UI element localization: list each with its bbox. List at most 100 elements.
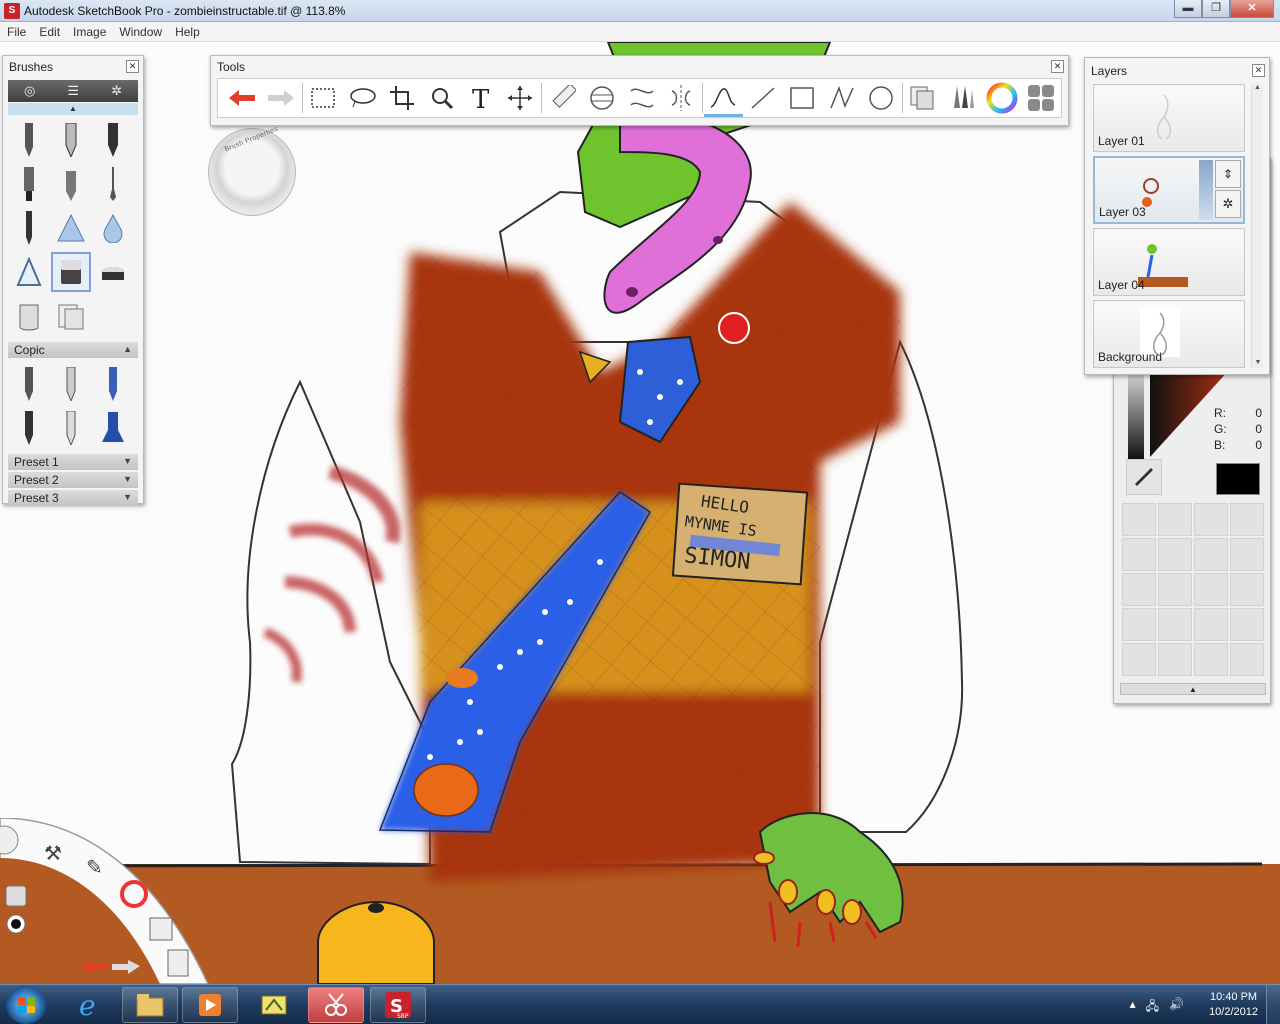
layers-close-icon[interactable]: ✕ — [1252, 64, 1265, 77]
brush-scroll-up-icon[interactable]: ▲ — [8, 103, 138, 115]
paint-bucket-icon[interactable] — [9, 296, 49, 336]
app-icon[interactable]: S — [4, 3, 20, 19]
swatch[interactable] — [1158, 608, 1192, 641]
swatch[interactable] — [1194, 573, 1228, 606]
move-icon[interactable] — [501, 79, 540, 117]
menu-image[interactable]: Image — [66, 22, 112, 41]
sketchbook-taskbar-icon[interactable]: S SBP — [370, 987, 426, 1023]
copic-light-marker-icon[interactable] — [51, 408, 91, 448]
marker-brush-icon[interactable] — [93, 120, 133, 160]
layers-panel-header[interactable]: Layers ✕ — [1085, 58, 1269, 78]
text-icon[interactable]: T — [461, 79, 500, 117]
preset-2-header[interactable]: Preset 2 ▼ — [8, 472, 138, 488]
ink-pen-icon[interactable] — [51, 164, 91, 204]
brush-library-tab[interactable]: ◎ — [24, 83, 35, 99]
fill-icon[interactable] — [51, 296, 91, 336]
swatch[interactable] — [1158, 538, 1192, 571]
rectangle-shape-icon[interactable] — [782, 79, 821, 117]
chevron-down-icon[interactable]: ▼ — [123, 474, 132, 484]
network-icon[interactable]: 🖧 — [1146, 997, 1159, 1018]
layers-scrollbar[interactable]: ▲ ▼ — [1251, 84, 1263, 368]
swatch-scroll-up-icon[interactable]: ▲ — [1120, 683, 1266, 695]
copic-marker-icon[interactable] — [9, 364, 49, 404]
layer-move-icon[interactable]: ⇕ — [1215, 160, 1241, 188]
media-player-icon[interactable] — [182, 987, 238, 1023]
ruler-icon[interactable] — [543, 79, 582, 117]
undo-icon[interactable] — [222, 79, 261, 117]
layer-opacity-slider[interactable] — [1199, 160, 1213, 220]
brushes-panel-header[interactable]: Brushes ✕ — [3, 56, 143, 76]
volume-icon[interactable]: 🔊 — [1169, 997, 1184, 1018]
color-wheel-icon[interactable] — [982, 79, 1021, 117]
copic-gray-marker-icon[interactable] — [51, 364, 91, 404]
layers-toggle-icon[interactable] — [904, 79, 943, 117]
eraser-brush-icon[interactable] — [51, 252, 91, 292]
chevron-down-icon[interactable]: ▼ — [123, 492, 132, 502]
layer-item-01[interactable]: Layer 01 — [1093, 84, 1245, 152]
swatch[interactable] — [1194, 608, 1228, 641]
copic-dark-marker-icon[interactable] — [9, 408, 49, 448]
hard-eraser-icon[interactable] — [93, 252, 133, 292]
tools-panel-header[interactable]: Tools ✕ — [211, 56, 1068, 76]
snipping-tool-icon[interactable] — [308, 987, 364, 1023]
preset-1-header[interactable]: Preset 1 ▼ — [8, 454, 138, 470]
minimize-button[interactable]: ▬ — [1174, 0, 1202, 18]
swatch[interactable] — [1230, 503, 1264, 536]
menu-edit[interactable]: Edit — [32, 22, 66, 41]
fine-brush-icon[interactable] — [9, 208, 49, 248]
menu-window[interactable]: Window — [112, 22, 168, 41]
swatch[interactable] — [1230, 643, 1264, 676]
straight-line-icon[interactable] — [743, 79, 782, 117]
brush-customize-tab[interactable]: ✲ — [111, 83, 122, 99]
swatch[interactable] — [1122, 643, 1156, 676]
crop-icon[interactable] — [383, 79, 422, 117]
brushes-close-icon[interactable]: ✕ — [126, 60, 139, 73]
explorer-taskbar-icon[interactable] — [122, 987, 178, 1023]
collapse-up-icon[interactable]: ▲ — [123, 344, 132, 354]
paint-app-icon[interactable] — [246, 987, 302, 1023]
swatch[interactable] — [1122, 608, 1156, 641]
green-value-field[interactable]: 0 — [1236, 422, 1262, 436]
symmetry-icon[interactable] — [661, 79, 700, 117]
swatch[interactable] — [1158, 503, 1192, 536]
french-curve-icon[interactable] — [622, 79, 661, 117]
pencil-brush-icon[interactable] — [9, 120, 49, 160]
maximize-button[interactable]: ❐ — [1202, 0, 1230, 18]
preset-3-header[interactable]: Preset 3 ▼ — [8, 490, 138, 506]
start-button[interactable] — [6, 986, 46, 1024]
lasso-icon[interactable] — [343, 79, 382, 117]
swatch[interactable] — [1158, 643, 1192, 676]
swatch[interactable] — [1230, 538, 1264, 571]
freehand-line-icon[interactable] — [703, 79, 744, 117]
system-clock[interactable]: 10:40 PM 10/2/2012 — [1209, 990, 1258, 1020]
copic-blue-marker-icon[interactable] — [93, 364, 133, 404]
current-color-swatch[interactable] — [1216, 463, 1260, 495]
scroll-up-icon[interactable]: ▲ — [1252, 84, 1263, 91]
swatch[interactable] — [1230, 573, 1264, 606]
swatch[interactable] — [1230, 608, 1264, 641]
ellipse-guide-icon[interactable] — [582, 79, 621, 117]
rect-select-icon[interactable] — [304, 79, 343, 117]
paint-brush-icon[interactable] — [93, 164, 133, 204]
swatch[interactable] — [1194, 643, 1228, 676]
menu-file[interactable]: File — [0, 22, 32, 41]
show-desktop-button[interactable] — [1266, 985, 1280, 1024]
tools-close-icon[interactable]: ✕ — [1051, 60, 1064, 73]
redo-icon[interactable] — [261, 79, 300, 117]
layer-item-03[interactable]: Layer 03 ⇕ ✲ — [1093, 156, 1245, 224]
chevron-down-icon[interactable]: ▼ — [123, 456, 132, 466]
brushes-toggle-icon[interactable] — [943, 79, 982, 117]
blur-brush-icon[interactable] — [9, 252, 49, 292]
water-drop-icon[interactable] — [93, 208, 133, 248]
layer-settings-icon[interactable]: ✲ — [1215, 190, 1241, 218]
layer-item-04[interactable]: Layer 04 — [1093, 228, 1245, 296]
copic-wide-marker-icon[interactable] — [93, 408, 133, 448]
technical-pen-icon[interactable] — [51, 120, 91, 160]
scroll-down-icon[interactable]: ▼ — [1252, 359, 1264, 366]
swatch[interactable] — [1194, 503, 1228, 536]
tray-expand-icon[interactable]: ▴ — [1130, 997, 1136, 1018]
swatch[interactable] — [1122, 573, 1156, 606]
close-button[interactable]: ✕ — [1230, 0, 1274, 18]
zoom-icon[interactable] — [422, 79, 461, 117]
copic-section-header[interactable]: Copic ▲ — [8, 342, 138, 358]
